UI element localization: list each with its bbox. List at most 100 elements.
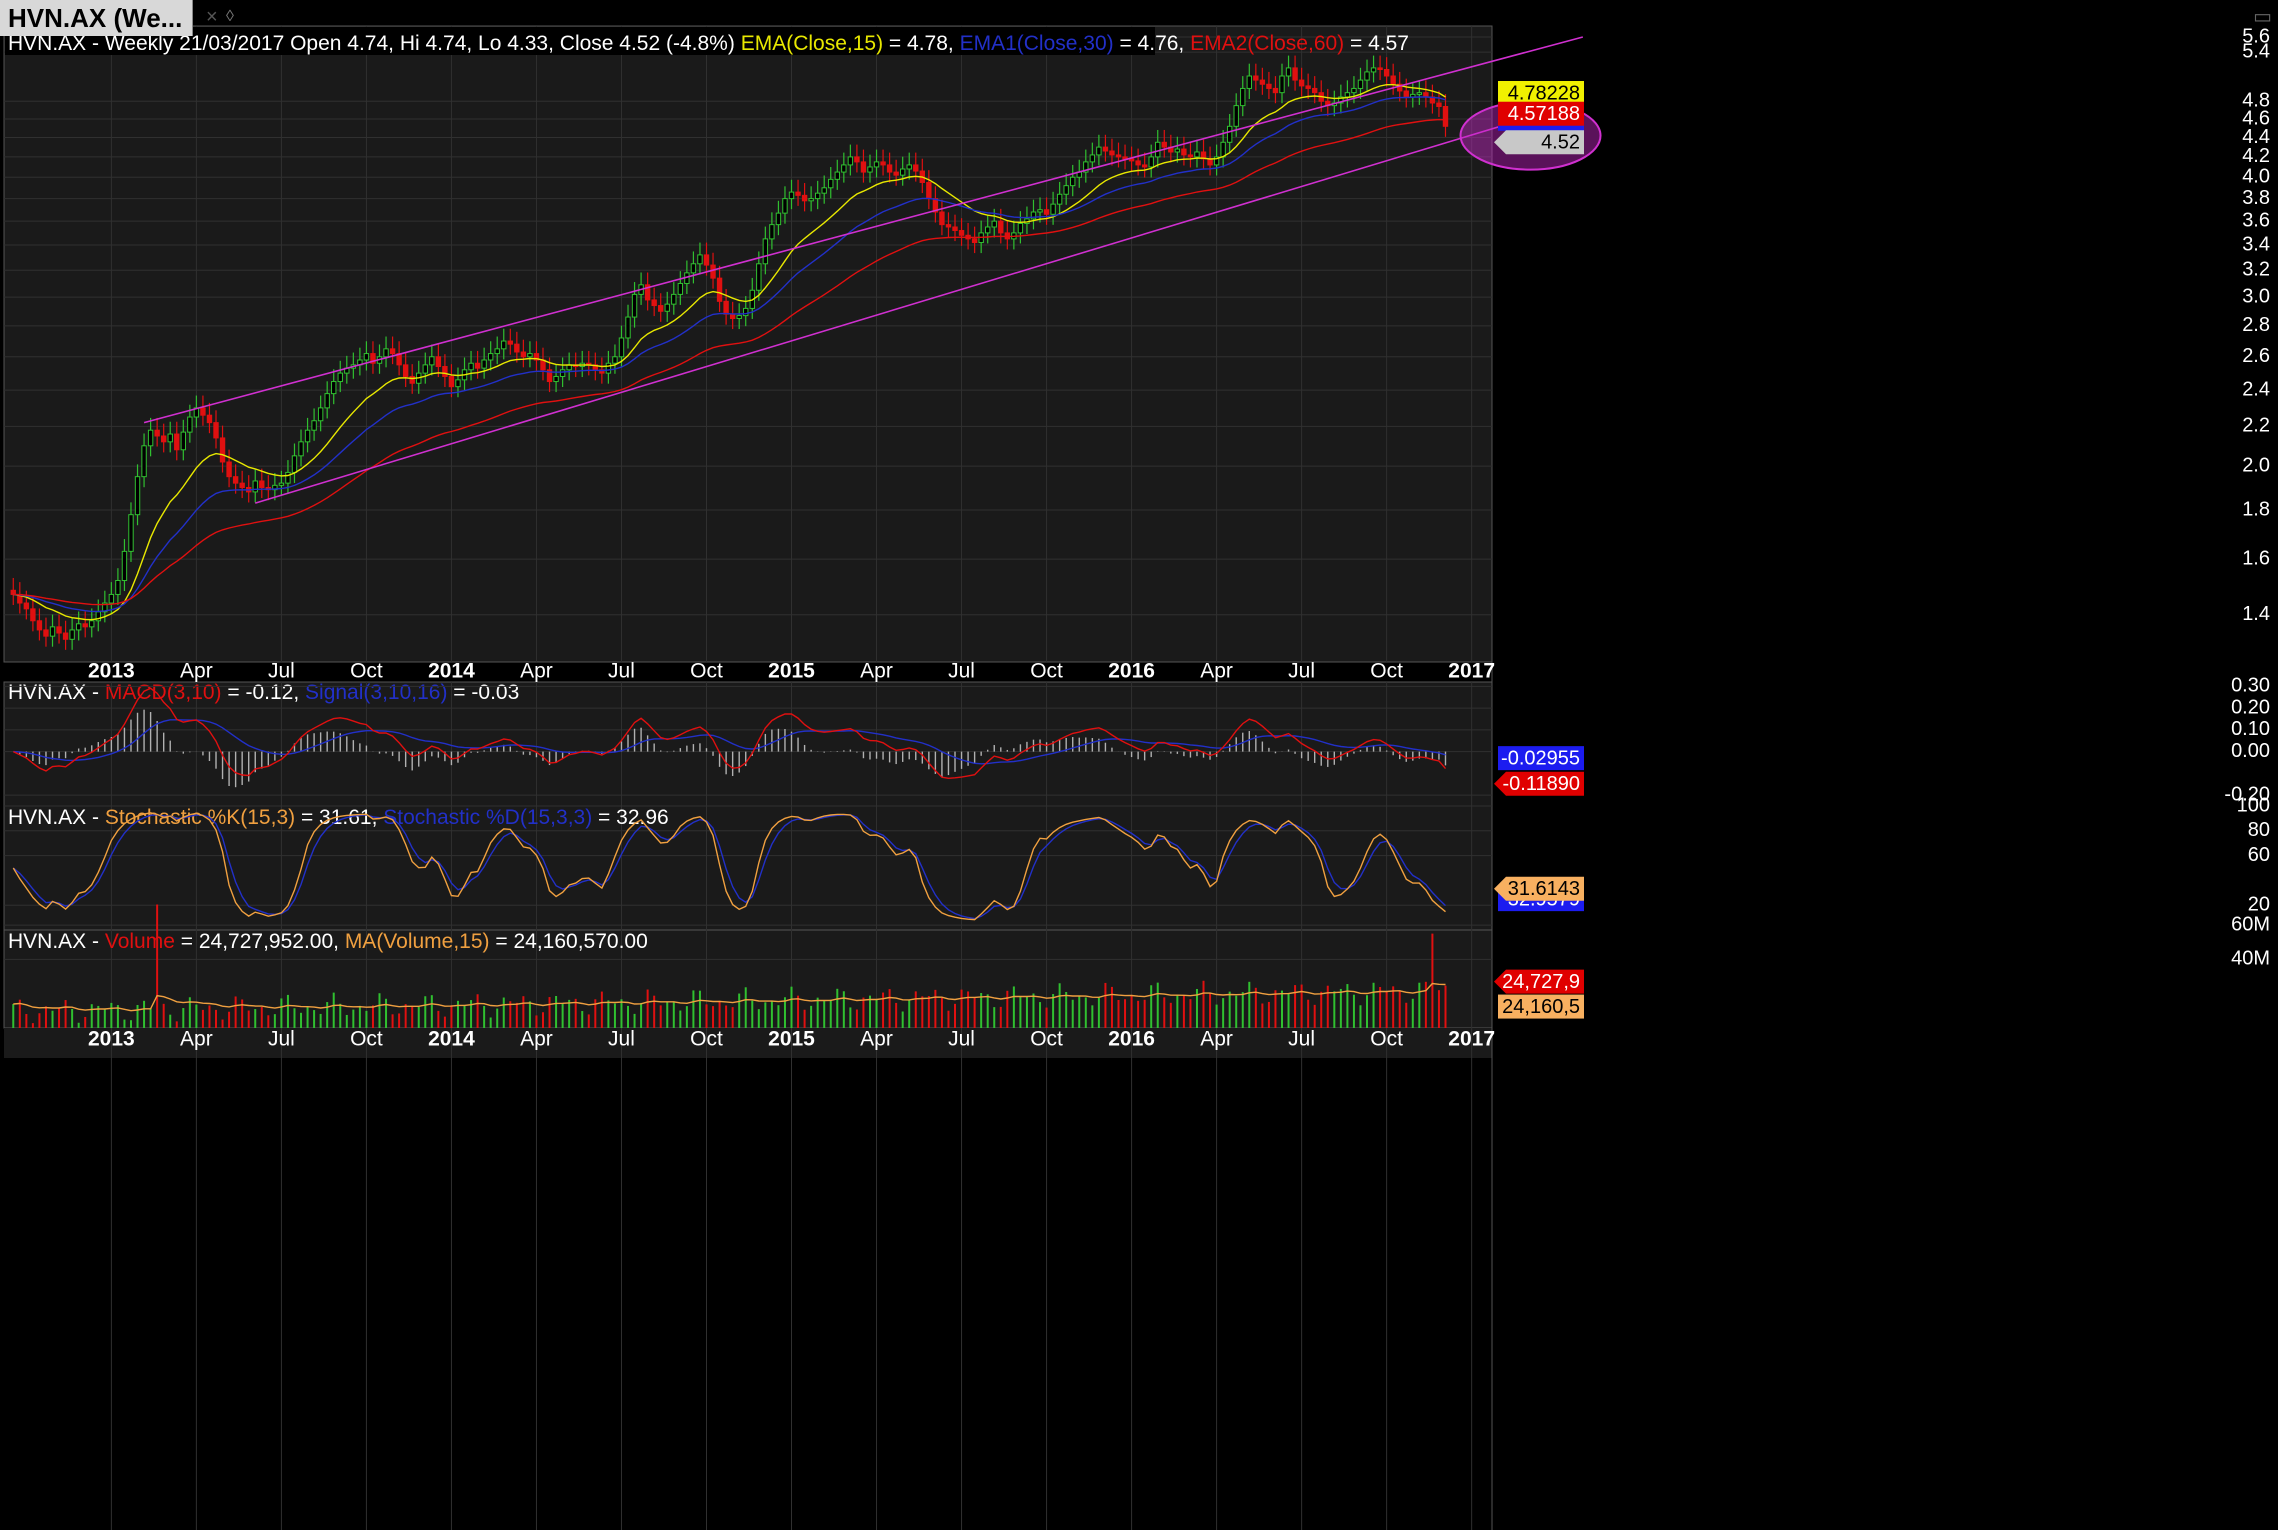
candle-body — [43, 629, 49, 637]
candle-body — [213, 422, 219, 439]
candle-body — [690, 263, 697, 274]
window-restore-icon[interactable]: ▭ — [2253, 4, 2272, 29]
x-axis-label: Jul — [948, 660, 975, 683]
candle-body — [468, 362, 474, 371]
x-axis-label: Jul — [268, 1028, 295, 1051]
candle-body — [612, 356, 618, 364]
header-segment: = 24,160,570.00 — [490, 930, 648, 953]
x-axis-label: Apr — [520, 1028, 553, 1051]
badge-text: -0.02955 — [1501, 747, 1580, 769]
candle-body — [239, 482, 245, 488]
candle-body — [56, 626, 62, 634]
candle-body — [775, 212, 782, 226]
x-axis-label: Oct — [350, 660, 383, 683]
header-segment: = 32.96 — [592, 806, 668, 829]
candle-body — [481, 359, 487, 369]
candle-body — [1351, 87, 1357, 94]
candle-body — [141, 445, 147, 478]
x-axis-label: 2016 — [1108, 1028, 1155, 1051]
x-axis-label: Apr — [1200, 1028, 1233, 1051]
candle-body — [219, 437, 226, 463]
candle-body — [782, 198, 788, 214]
candle-body — [1370, 67, 1377, 73]
candle-body — [147, 429, 154, 447]
candle-body — [455, 379, 461, 388]
badge-text: 24,160,5 — [1502, 996, 1580, 1018]
header-segment: Stochastic %D(15,3,3) — [383, 806, 592, 829]
candle-body — [697, 254, 703, 265]
x-axis-label: Oct — [1370, 660, 1403, 683]
candle-body — [1311, 87, 1318, 94]
price-tick-label: 2.0 — [2242, 454, 2270, 476]
candle-body — [487, 353, 494, 361]
candle-body — [1298, 79, 1305, 87]
price-tick-label: 3.0 — [2242, 285, 2270, 307]
price-tick-label: 1.4 — [2242, 603, 2270, 625]
candle-body — [128, 514, 134, 552]
candle-body — [121, 550, 128, 581]
candle-body — [985, 226, 991, 234]
x-axis-label: Apr — [180, 660, 213, 683]
candle-body — [1344, 92, 1351, 98]
candle-body — [1161, 141, 1167, 148]
candle-body — [1377, 67, 1383, 71]
candle-body — [494, 348, 500, 355]
candle-body — [867, 166, 873, 173]
chart-tab[interactable]: HVN.AX (We... — [0, 0, 194, 36]
candle-body — [651, 299, 657, 307]
candle-body — [1220, 141, 1226, 158]
candle-body — [1128, 158, 1135, 162]
price-tick-label: 2.6 — [2242, 345, 2270, 367]
price-tick-label: 3.6 — [2242, 209, 2270, 231]
candle-body — [658, 305, 664, 312]
candle-body — [1056, 193, 1063, 205]
candle-body — [206, 414, 213, 424]
candle-body — [402, 364, 409, 377]
candle-body — [1194, 151, 1200, 158]
x-axis-label: Apr — [520, 660, 553, 683]
candle-body — [514, 343, 520, 353]
badge-text: 31.6143 — [1508, 878, 1580, 900]
candle-body — [1037, 209, 1043, 213]
candle-body — [899, 168, 906, 176]
candle-body — [618, 337, 625, 358]
stochastic-tick-label: 20 — [2248, 893, 2270, 915]
tab-close-icon[interactable]: × — [206, 2, 226, 32]
candle-body — [873, 161, 880, 168]
candle-body — [1115, 154, 1122, 158]
tab-pin-icon[interactable]: ◊ — [226, 2, 234, 32]
price-tick-label: 1.6 — [2242, 547, 2270, 569]
macd-tick-label: 0.00 — [2231, 740, 2270, 762]
candle-body — [710, 264, 716, 279]
candle-body — [834, 171, 840, 180]
badge-text: 4.52 — [1541, 132, 1580, 154]
candle-body — [821, 187, 827, 194]
chart-svg[interactable]: 2013 2013 Apr Apr Jul Jul Oct Oct 2014 2014 Apr Apr… — [0, 0, 2278, 1530]
candle-body — [30, 608, 36, 622]
candle-body — [605, 362, 612, 374]
x-axis-label: Oct — [1370, 1028, 1403, 1051]
candle-body — [232, 476, 239, 484]
candle-body — [814, 192, 821, 200]
candle-body — [788, 191, 795, 200]
candle-body — [886, 164, 893, 173]
candle-body — [200, 407, 206, 416]
price-tick-label: 2.2 — [2242, 415, 2270, 437]
header-segment: = 24,727,952.00, — [175, 930, 345, 953]
header-segment: Signal(3,10,16) — [305, 681, 447, 704]
candle-body — [631, 293, 638, 318]
candle-body — [285, 471, 291, 484]
candle-body — [1279, 75, 1285, 94]
header-segment: MACD(3,10) — [105, 681, 222, 704]
candle-body — [1285, 67, 1292, 77]
stochastic-tick-label: 100 — [2237, 794, 2270, 816]
x-axis-label: 2016 — [1108, 660, 1155, 683]
price-tick-label: 5.4 — [2242, 40, 2270, 62]
macd-tick-label: 0.30 — [2231, 675, 2270, 697]
header-segment: HVN.AX - — [8, 681, 105, 704]
candle-body — [1403, 90, 1409, 98]
candle-body — [1148, 156, 1154, 168]
chart-tab-title: HVN.AX (We... — [8, 3, 183, 33]
candle-body — [998, 220, 1004, 234]
header-segment: EMA2(Close,60) — [1190, 32, 1344, 55]
